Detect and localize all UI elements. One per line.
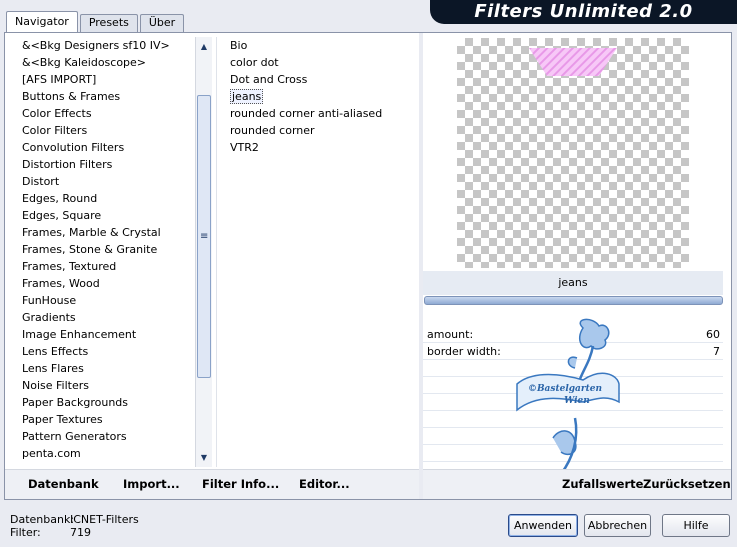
list-item[interactable]: penta.com	[16, 445, 194, 462]
list-item[interactable]: VTR2	[222, 139, 412, 156]
app-title: Filters Unlimited 2.0	[430, 0, 737, 24]
list-item[interactable]: &<Bkg Kaleidoscope>	[16, 54, 194, 71]
list-item[interactable]: Paper Textures	[16, 411, 194, 428]
tab-about[interactable]: Über	[139, 14, 185, 32]
editor-button[interactable]: Editor...	[299, 477, 350, 491]
watermark-logo: ©Bastelgarten Wien	[516, 318, 620, 475]
status-value: ICNET-Filters	[70, 513, 139, 526]
right-toolbar: Zufallswerte Zurücksetzen	[423, 469, 731, 499]
filter-list: Bio color dot Dot and Cross jeans rounde…	[222, 37, 412, 467]
filter-name-label: jeans	[423, 271, 723, 295]
preview-slider[interactable]	[424, 296, 723, 305]
list-item[interactable]: color dot	[222, 54, 412, 71]
tab-presets[interactable]: Presets	[79, 14, 138, 32]
filter-info-button[interactable]: Filter Info...	[202, 477, 279, 491]
list-item[interactable]: Pattern Generators	[16, 428, 194, 445]
import-button[interactable]: Import...	[123, 477, 180, 491]
scroll-up-icon[interactable]: ▲	[196, 39, 212, 55]
list-item[interactable]: Edges, Square	[16, 207, 194, 224]
apply-button[interactable]: Anwenden	[508, 514, 578, 537]
list-item[interactable]: Buttons & Frames	[16, 88, 194, 105]
list-item[interactable]: Gradients	[16, 309, 194, 326]
list-item[interactable]: Lens Flares	[16, 360, 194, 377]
svg-text:©Bastelgarten: ©Bastelgarten	[528, 384, 602, 394]
list-item[interactable]: Lens Effects	[16, 343, 194, 360]
category-list: &<Bkg Designers sf10 IV> &<Bkg Kaleidosc…	[16, 37, 194, 467]
list-item[interactable]: Color Effects	[16, 105, 194, 122]
param-value[interactable]: 7	[713, 343, 720, 360]
list-item[interactable]: Distortion Filters	[16, 156, 194, 173]
tab-strip: Navigator Presets Über	[6, 10, 186, 33]
status-area: Datenbank: ICNET-Filters Filter: 719	[10, 513, 139, 539]
list-item[interactable]: Color Filters	[16, 122, 194, 139]
list-item[interactable]: Edges, Round	[16, 190, 194, 207]
reset-button[interactable]: Zurücksetzen	[643, 477, 731, 491]
list-item-selected[interactable]: jeans	[222, 88, 412, 105]
list-item[interactable]: FunHouse	[16, 292, 194, 309]
list-item[interactable]: Frames, Wood	[16, 275, 194, 292]
help-button[interactable]: Hilfe	[662, 514, 730, 537]
param-value[interactable]: 60	[706, 326, 720, 343]
status-label: Datenbank:	[10, 513, 75, 526]
list-item[interactable]: [AFS IMPORT]	[16, 71, 194, 88]
tab-navigator[interactable]: Navigator	[6, 11, 78, 33]
list-item[interactable]: Noise Filters	[16, 377, 194, 394]
list-item[interactable]: Distort	[16, 173, 194, 190]
category-scrollbar[interactable]: ▲ ≡ ▼	[195, 37, 212, 467]
list-item[interactable]: Bio	[222, 37, 412, 54]
status-value: 719	[70, 526, 91, 539]
scroll-thumb[interactable]: ≡	[197, 95, 211, 378]
param-label: border width:	[427, 345, 501, 358]
grip-icon: ≡	[200, 231, 209, 242]
list-item[interactable]: Image Enhancement	[16, 326, 194, 343]
list-item[interactable]: Frames, Textured	[16, 258, 194, 275]
left-toolbar: Datenbank Import... Filter Info... Edito…	[5, 469, 419, 499]
list-item[interactable]: rounded corner anti-aliased	[222, 105, 412, 122]
svg-text:Wien: Wien	[564, 396, 590, 406]
list-item[interactable]: Frames, Marble & Crystal	[16, 224, 194, 241]
divider	[216, 37, 217, 467]
cancel-button[interactable]: Abbrechen	[584, 514, 651, 537]
list-item[interactable]: &<Bkg Designers sf10 IV>	[16, 37, 194, 54]
randomize-button[interactable]: Zufallswerte	[562, 477, 643, 491]
preview-image[interactable]	[457, 38, 689, 268]
preview-shape	[529, 48, 617, 76]
list-item[interactable]: Frames, Stone & Granite	[16, 241, 194, 258]
list-item[interactable]: Convolution Filters	[16, 139, 194, 156]
list-item[interactable]: Paper Backgrounds	[16, 394, 194, 411]
status-label: Filter:	[10, 526, 41, 539]
list-item[interactable]: rounded corner	[222, 122, 412, 139]
scroll-down-icon[interactable]: ▼	[196, 450, 212, 466]
database-button[interactable]: Datenbank	[28, 477, 99, 491]
list-item[interactable]: Dot and Cross	[222, 71, 412, 88]
param-label: amount:	[427, 328, 474, 341]
